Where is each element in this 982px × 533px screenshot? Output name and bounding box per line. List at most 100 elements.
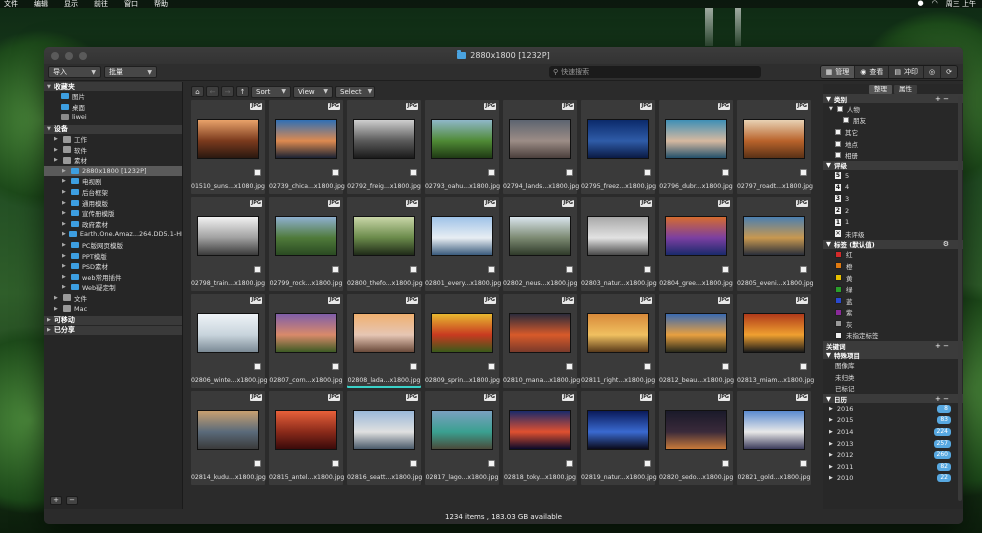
thumbnail-cell[interactable]: JPG 02804_gree...x1800.jpg (659, 197, 733, 291)
category-header[interactable]: ▼ 类别 + − (823, 94, 963, 104)
select-checkbox[interactable] (800, 169, 807, 176)
menu-view[interactable]: 显示 (64, 0, 78, 8)
calendar-year[interactable]: ▶ 2011 82 (823, 461, 963, 473)
thumbnail-cell[interactable]: JPG 02821_gold...x1800.jpg (737, 391, 811, 485)
select-checkbox[interactable] (722, 363, 729, 370)
thumbnail-image[interactable] (353, 313, 415, 353)
select-dropdown[interactable]: Select ▼ (335, 85, 375, 98)
thumbnail-cell[interactable]: JPG 02805_eveni...x1800.jpg (737, 197, 814, 291)
select-checkbox[interactable] (254, 169, 261, 176)
wifi-icon[interactable]: ◠ (932, 0, 938, 9)
thumbnail-cell[interactable]: JPG 02814_kudu...x1800.jpg (191, 391, 266, 485)
rating-item[interactable]: 55 (823, 170, 963, 182)
360-mode-button[interactable]: ◎ (924, 66, 942, 78)
thumbnail-cell[interactable]: JPG 02816_seatt...x1800.jpg (347, 391, 422, 485)
thumbnail-cell[interactable]: JPG 02817_lago...x1800.jpg (425, 391, 499, 485)
sidebar-item-device[interactable]: ▶ Web疑定制 (44, 282, 182, 293)
sidebar-item-device[interactable]: ▶ 通用模版 (44, 197, 182, 208)
category-checkbox[interactable] (835, 140, 841, 147)
tab-properties[interactable]: 属性 (894, 85, 917, 94)
calendar-year[interactable]: ▶ 2014 224 (823, 426, 963, 438)
thumbnail-image[interactable] (665, 119, 727, 159)
select-checkbox[interactable] (566, 169, 573, 176)
thumbnail-cell[interactable]: JPG 02797_roadt...x1800.jpg (737, 100, 813, 194)
rating-header[interactable]: ▼ 评级 (823, 160, 963, 170)
view-mode-button[interactable]: ◉ 查看 (855, 66, 890, 78)
select-checkbox[interactable] (566, 460, 573, 467)
category-item[interactable]: 相册 (823, 149, 963, 161)
sidebar-item-device[interactable]: ▶ Earth.One.Amaz...264.DD5.1-HDC (44, 229, 182, 240)
select-checkbox[interactable] (254, 363, 261, 370)
calendar-year[interactable]: ▶ 2010 22 (823, 473, 963, 485)
sidebar-item-device[interactable]: ▶ 后台框架 (44, 187, 182, 198)
manage-mode-button[interactable]: ▦ 管理 (820, 66, 856, 78)
select-checkbox[interactable] (722, 266, 729, 273)
sidebar-item-device[interactable]: ▶ Mac (44, 303, 182, 314)
thumbnail-image[interactable] (587, 313, 649, 353)
labels-header[interactable]: ▼ 标签 (默认值) ⚙ (823, 239, 963, 249)
special-item[interactable]: 已标记 (823, 382, 963, 394)
sidebar-item-home[interactable]: liwei (44, 112, 182, 123)
thumbnail-cell[interactable]: JPG 01510_suns...x1080.jpg (191, 100, 265, 194)
thumbnail-image[interactable] (431, 216, 493, 256)
select-checkbox[interactable] (254, 460, 261, 467)
sidebar-item-device[interactable]: ▶ 文件 (44, 293, 182, 304)
rating-item[interactable]: 44 (823, 182, 963, 194)
thumbnail-cell[interactable]: JPG 02801_every...x1800.jpg (425, 197, 501, 291)
thumbnail-cell[interactable]: JPG 02799_rock...x1800.jpg (269, 197, 343, 291)
thumbnail-cell[interactable]: JPG 02812_beau...x1800.jpg (659, 294, 734, 388)
forward-button[interactable]: → (221, 86, 234, 97)
color-label-item[interactable]: 蓝 (823, 295, 963, 307)
select-checkbox[interactable] (722, 169, 729, 176)
thumbnail-cell[interactable]: JPG 02819_natur...x1800.jpg (581, 391, 657, 485)
thumbnail-cell[interactable]: JPG 02792_freig...x1800.jpg (347, 100, 421, 194)
special-header[interactable]: ▼ 特殊项目 (823, 350, 963, 360)
thumbnail-image[interactable] (275, 313, 337, 353)
select-checkbox[interactable] (332, 363, 339, 370)
select-checkbox[interactable] (488, 169, 495, 176)
select-checkbox[interactable] (800, 460, 807, 467)
thumbnail-image[interactable] (509, 119, 571, 159)
menubar-clock[interactable]: 周三 上午 (946, 0, 976, 9)
thumbnail-image[interactable] (275, 410, 337, 450)
thumbnail-cell[interactable]: JPG 02795_freez...x1800.jpg (581, 100, 656, 194)
remove-source-button[interactable]: − (66, 496, 78, 505)
category-checkbox[interactable] (835, 128, 841, 135)
search-input[interactable]: ⚲ 快速搜索 (549, 66, 761, 78)
sidebar-item-device[interactable]: ▶ web常用插件 (44, 272, 182, 283)
menu-go[interactable]: 前往 (94, 0, 108, 8)
select-checkbox[interactable] (644, 460, 651, 467)
select-checkbox[interactable] (488, 460, 495, 467)
sidebar-item-pictures[interactable]: 图片 (44, 91, 182, 102)
print-mode-button[interactable]: ▤ 冲印 (889, 66, 925, 78)
thumbnail-image[interactable] (431, 119, 493, 159)
favorites-header[interactable]: ▼ 收藏夹 (44, 82, 182, 91)
select-checkbox[interactable] (644, 266, 651, 273)
thumbnail-image[interactable] (275, 216, 337, 256)
category-item[interactable]: 地点 (823, 138, 963, 150)
select-checkbox[interactable] (722, 460, 729, 467)
sidebar-item-device[interactable]: ▶ 2880x1800 [1232P] (44, 165, 182, 177)
color-label-item[interactable]: 灰 (823, 318, 963, 330)
menu-window[interactable]: 窗口 (124, 0, 138, 8)
thumbnail-image[interactable] (197, 313, 259, 353)
thumbnail-image[interactable] (275, 119, 337, 159)
category-item[interactable]: ▼ 人物 (823, 103, 963, 115)
thumbnail-cell[interactable]: JPG 02820_sedo...x1800.jpg (659, 391, 733, 485)
thumbnail-image[interactable] (509, 410, 571, 450)
thumbnail-image[interactable] (353, 119, 415, 159)
color-label-item[interactable]: 紫 (823, 307, 963, 319)
thumbnail-cell[interactable]: JPG 02802_neus...x1800.jpg (503, 197, 578, 291)
apple-icon[interactable]: ● (918, 0, 924, 9)
thumbnail-image[interactable] (353, 410, 415, 450)
thumbnail-image[interactable] (743, 313, 805, 353)
thumbnail-cell[interactable]: JPG 02815_antel...x1800.jpg (269, 391, 344, 485)
add-remove-icon[interactable]: + − (935, 395, 949, 403)
select-checkbox[interactable] (800, 266, 807, 273)
view-dropdown[interactable]: View ▼ (293, 85, 333, 98)
thumbnail-image[interactable] (509, 216, 571, 256)
up-button[interactable]: ↑ (236, 86, 249, 97)
devices-header[interactable]: ▼ 设备 (44, 124, 182, 134)
gear-icon[interactable]: ⚙ (943, 240, 949, 248)
thumbnail-image[interactable] (431, 313, 493, 353)
